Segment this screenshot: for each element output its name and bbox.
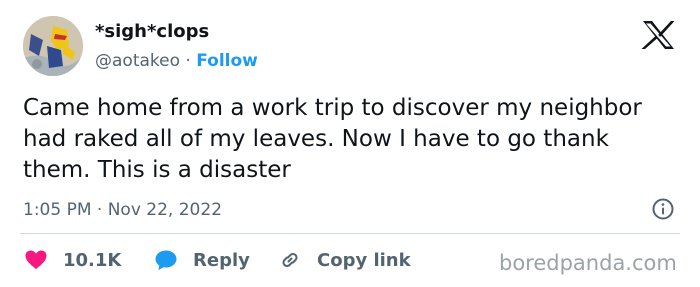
tweet-date: Nov 22, 2022	[107, 200, 223, 220]
author-block: *sigh*clops @aotakeo · Follow	[95, 20, 258, 74]
info-icon[interactable]	[651, 197, 675, 221]
display-name[interactable]: *sigh*clops	[95, 20, 258, 44]
like-button[interactable]: 10.1K	[24, 246, 121, 274]
avatar-image	[23, 16, 83, 76]
avatar[interactable]	[23, 16, 83, 76]
handle-row: @aotakeo · Follow	[95, 48, 258, 74]
tweet-time: 1:05 PM	[23, 200, 92, 220]
timestamp-separator: ·	[96, 200, 103, 220]
heart-icon	[24, 248, 48, 272]
tweet-card: *sigh*clops @aotakeo · Follow Came home …	[0, 0, 700, 287]
watermark: boredpanda.com	[499, 251, 677, 275]
link-icon	[278, 248, 302, 272]
like-count: 10.1K	[63, 249, 122, 271]
timestamp[interactable]: 1:05 PM · Nov 22, 2022	[23, 198, 222, 222]
follow-button[interactable]: Follow	[196, 51, 258, 71]
divider	[20, 233, 680, 234]
speech-bubble-icon	[154, 248, 178, 272]
tweet-text: Came home from a work trip to discover m…	[23, 95, 642, 183]
reply-label: Reply	[193, 249, 250, 271]
x-logo-icon[interactable]	[641, 20, 675, 50]
handle-separator: ·	[185, 51, 191, 71]
reply-button[interactable]: Reply	[154, 246, 250, 274]
copy-link-label: Copy link	[317, 249, 411, 271]
copy-link-button[interactable]: Copy link	[278, 246, 411, 274]
handle[interactable]: @aotakeo	[95, 51, 180, 71]
